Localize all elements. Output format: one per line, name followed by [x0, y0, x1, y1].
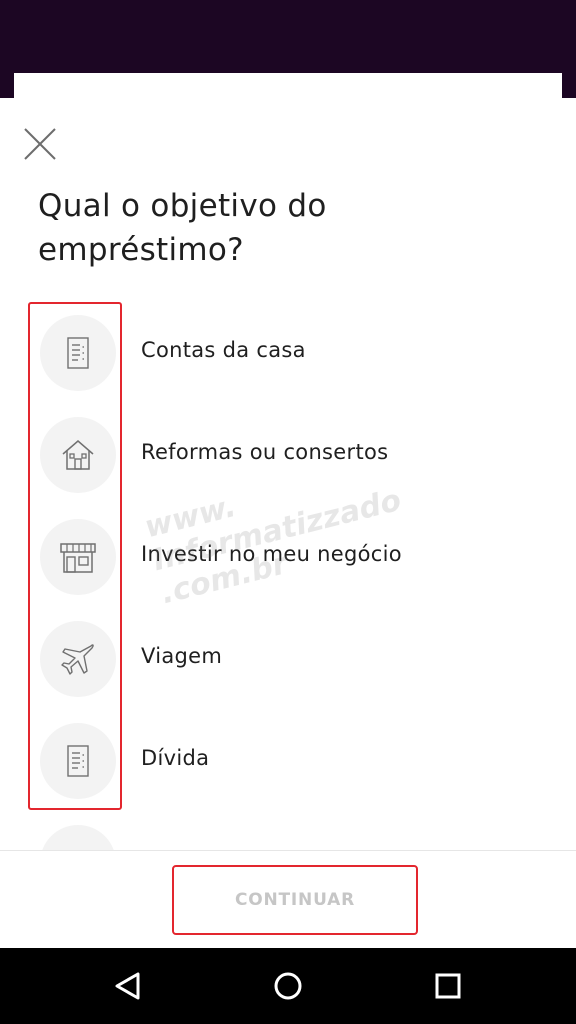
airplane-icon: [61, 644, 94, 675]
page-title: Qual o objetivo do empréstimo?: [38, 188, 327, 268]
option-label: Reformas ou consertos: [141, 440, 389, 464]
recents-icon: [435, 973, 461, 999]
purpose-options-list: Contas da casa Reformas ou consertos Inv…: [0, 302, 576, 850]
back-icon: [115, 972, 140, 1000]
android-nav-bar: [0, 948, 576, 1024]
option-contas-da-casa[interactable]: Contas da casa: [0, 302, 576, 404]
bill-icon: [67, 337, 89, 369]
nav-back-button[interactable]: [108, 966, 148, 1006]
house-icon: [62, 440, 94, 470]
option-label: Dívida: [141, 746, 210, 770]
option-icon-container: [40, 825, 116, 850]
option-divida[interactable]: Dívida: [0, 710, 576, 812]
app-screen: Qual o objetivo do empréstimo? Contas da…: [0, 0, 576, 1024]
option-icon-container: [40, 723, 116, 799]
option-label: Contas da casa: [141, 338, 306, 362]
option-label: Investir no meu negócio: [141, 542, 402, 566]
option-viagem[interactable]: Viagem: [0, 608, 576, 710]
option-label: Viagem: [141, 644, 223, 668]
option-investir-no-meu-negocio[interactable]: Investir no meu negócio: [0, 506, 576, 608]
continue-button[interactable]: CONTINUAR: [172, 865, 418, 935]
option-icon-container: [40, 519, 116, 595]
option-partial-next[interactable]: [0, 812, 576, 850]
home-icon: [274, 972, 302, 1000]
option-reformas-ou-consertos[interactable]: Reformas ou consertos: [0, 404, 576, 506]
nav-recents-button[interactable]: [428, 966, 468, 1006]
option-icon-container: [40, 621, 116, 697]
store-icon: [60, 543, 96, 573]
close-icon: [24, 128, 56, 160]
option-icon-container: [40, 417, 116, 493]
close-button[interactable]: [18, 120, 64, 166]
option-icon-container: [40, 315, 116, 391]
footer-bar: CONTINUAR: [0, 850, 576, 948]
nav-home-button[interactable]: [268, 966, 308, 1006]
bill-icon: [67, 745, 89, 777]
